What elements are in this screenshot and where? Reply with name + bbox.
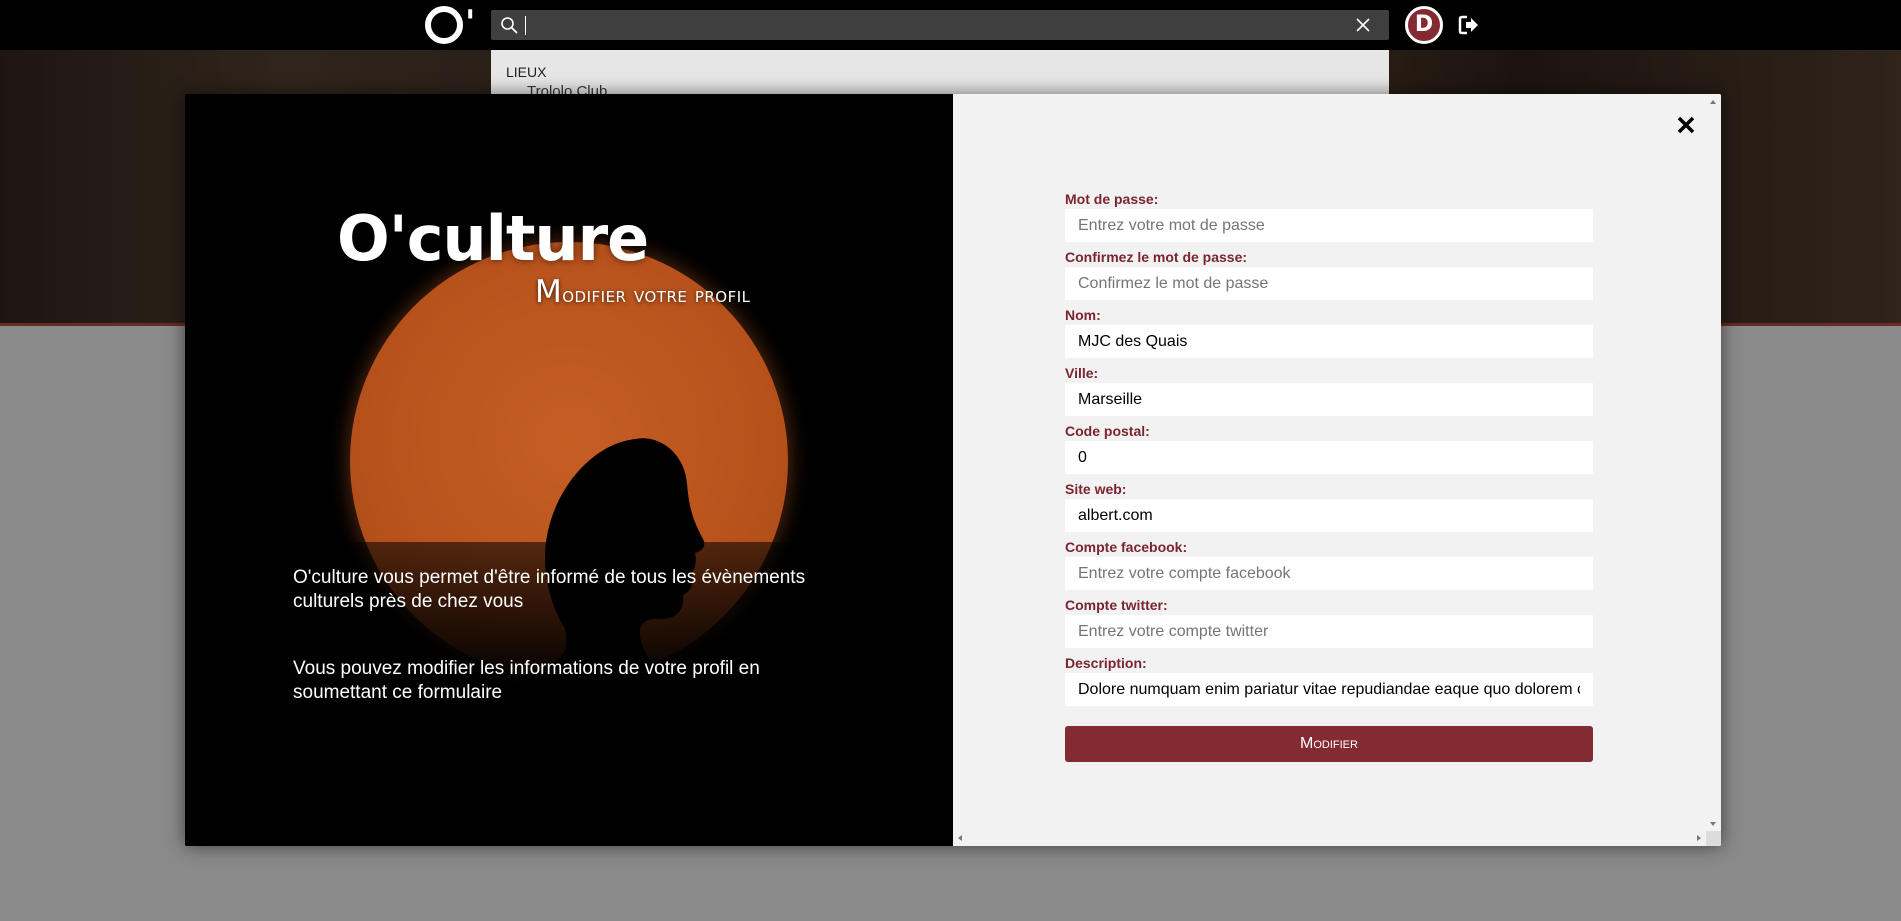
logout-icon[interactable] <box>1458 14 1480 36</box>
results-category: LIEUX <box>506 64 547 80</box>
profile-form: Mot de passe: Confirmez le mot de passe:… <box>1065 190 1593 762</box>
confirm-password-field[interactable] <box>1065 267 1593 300</box>
brand-title: O'culture <box>337 202 649 275</box>
subtitle-first-letter: M <box>535 274 563 310</box>
facebook-field[interactable] <box>1065 557 1593 590</box>
modal-form-panel: Mot de passe: Confirmez le mot de passe:… <box>953 94 1721 846</box>
zip-field[interactable] <box>1065 441 1593 474</box>
app-logo[interactable]: ' <box>425 4 475 44</box>
scrollbar-corner <box>1706 831 1721 846</box>
vertical-scrollbar[interactable] <box>1706 94 1721 846</box>
description-field[interactable] <box>1065 673 1593 706</box>
website-label: Site web: <box>1065 481 1127 497</box>
facebook-label: Compte facebook: <box>1065 539 1188 555</box>
description-label: Description: <box>1065 655 1147 671</box>
subtitle-rest: odifier votre profil <box>562 283 751 308</box>
website-field[interactable] <box>1065 499 1593 532</box>
search-input[interactable] <box>527 10 1327 40</box>
text-caret <box>525 16 526 35</box>
logo-apostrophe: ' <box>465 3 476 43</box>
name-label: Nom: <box>1065 307 1101 323</box>
scroll-right-arrow[interactable] <box>1697 835 1701 841</box>
horizontal-scrollbar[interactable] <box>953 831 1706 846</box>
confirm-password-label: Confirmez le mot de passe: <box>1065 249 1248 265</box>
logo-circle <box>425 6 463 44</box>
submit-button[interactable]: Modifier <box>1065 726 1593 762</box>
search-bar[interactable] <box>491 10 1389 40</box>
password-label: Mot de passe: <box>1065 191 1159 207</box>
close-icon[interactable] <box>1673 112 1699 138</box>
city-field[interactable] <box>1065 383 1593 416</box>
intro-text: O'culture vous permet d'être informé de … <box>293 567 806 612</box>
scroll-up-arrow[interactable] <box>1710 100 1716 104</box>
edit-profile-modal: O'culture Modifier votre profil O'cultur… <box>185 94 1721 846</box>
top-navbar: ' D <box>0 0 1901 50</box>
twitter-field[interactable] <box>1065 615 1593 648</box>
user-avatar[interactable]: D <box>1405 6 1443 44</box>
twitter-label: Compte twitter: <box>1065 597 1168 613</box>
scroll-left-arrow[interactable] <box>958 835 962 841</box>
intro-text-2: Vous pouvez modifier les informations de… <box>293 658 760 703</box>
name-field[interactable] <box>1065 325 1593 358</box>
close-icon[interactable] <box>1355 17 1371 33</box>
search-icon <box>501 17 518 34</box>
password-field[interactable] <box>1065 209 1593 242</box>
city-label: Ville: <box>1065 365 1099 381</box>
modal-illustration-panel: O'culture Modifier votre profil O'cultur… <box>185 94 953 846</box>
scroll-down-arrow[interactable] <box>1710 822 1716 826</box>
modal-subtitle: Modifier votre profil <box>535 274 751 310</box>
zip-label: Code postal: <box>1065 423 1150 439</box>
search-results-dropdown: LIEUX Trololo Club <box>491 50 1389 100</box>
